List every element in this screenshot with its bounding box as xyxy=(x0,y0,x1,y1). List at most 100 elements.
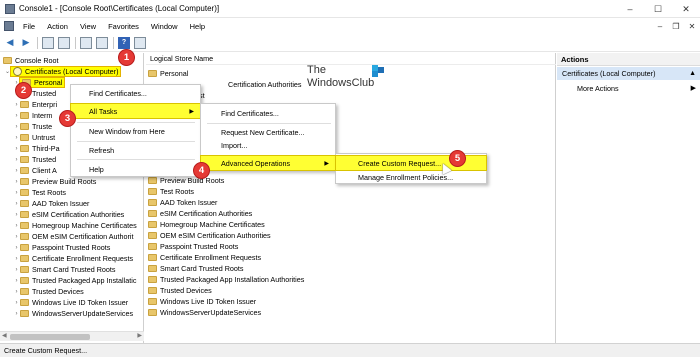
actions-section-certificates[interactable]: Certificates (Local Computer) ▲ xyxy=(557,67,700,80)
menu-item-advanced-operations[interactable]: Advanced Operations ▶ xyxy=(200,155,336,171)
tree-item[interactable]: › Truste xyxy=(13,121,53,132)
menu-item-all-tasks[interactable]: All Tasks ▶ xyxy=(70,103,201,119)
list-item[interactable]: AAD Token Issuer xyxy=(148,197,217,208)
tree-item[interactable]: › Interm xyxy=(13,110,53,121)
tree-horizontal-scrollbar[interactable]: ◀ ▶ xyxy=(0,331,144,341)
chevron-right-icon[interactable]: › xyxy=(13,234,20,240)
mdi-minimize-button[interactable]: – xyxy=(652,18,668,34)
menu-item-manage-enrollment-policies[interactable]: Manage Enrollment Policies... xyxy=(336,170,486,184)
tree-item[interactable]: › Smart Card Trusted Roots xyxy=(13,264,116,275)
tree-item[interactable]: › Preview Build Roots xyxy=(13,176,97,187)
list-item[interactable]: Personal xyxy=(148,68,188,79)
tree-item[interactable]: › Test Roots xyxy=(13,187,66,198)
more-actions-link[interactable]: More Actions xyxy=(577,84,619,93)
tree-item-console-root[interactable]: Console Root xyxy=(3,55,59,66)
menu-file[interactable]: File xyxy=(17,22,41,31)
list-item[interactable]: Certification Authorities xyxy=(228,79,302,90)
more-actions-arrow-icon[interactable]: ▶ xyxy=(691,84,696,92)
tree-item[interactable]: › Enterpri xyxy=(13,99,58,110)
minimize-button[interactable]: – xyxy=(616,0,644,18)
menu-favorites[interactable]: Favorites xyxy=(102,22,145,31)
chevron-right-icon[interactable]: › xyxy=(13,135,20,141)
chevron-right-icon[interactable]: › xyxy=(13,201,20,207)
folder-icon xyxy=(20,244,29,251)
export-list-icon[interactable] xyxy=(96,36,108,49)
scroll-left-icon[interactable]: ◀ xyxy=(2,332,7,339)
chevron-right-icon[interactable]: › xyxy=(13,300,20,306)
menu-item-new-window[interactable]: New Window from Here xyxy=(71,124,200,138)
collapse-caret-icon[interactable]: ▲ xyxy=(689,70,696,77)
chevron-down-icon[interactable]: ⌄ xyxy=(4,68,11,75)
tree-item[interactable]: › OEM eSIM Certification Authorit xyxy=(13,231,134,242)
back-arrow-icon[interactable]: ◀ xyxy=(4,37,16,49)
show-hide-action-pane-icon[interactable] xyxy=(134,36,146,49)
chevron-right-icon[interactable]: › xyxy=(13,102,20,108)
menu-item-help[interactable]: Help xyxy=(71,162,200,176)
chevron-right-icon[interactable]: › xyxy=(13,311,20,317)
chevron-right-icon[interactable]: › xyxy=(13,157,20,163)
folder-icon xyxy=(20,266,29,273)
up-folder-icon[interactable] xyxy=(42,36,54,49)
tree-item-certificates[interactable]: ⌄ Certificates (Local Computer) xyxy=(4,66,122,77)
tree-item[interactable]: › Homegroup Machine Certificates xyxy=(13,220,137,231)
maximize-button[interactable]: ☐ xyxy=(644,0,672,18)
list-item[interactable]: OEM eSIM Certification Authorities xyxy=(148,230,271,241)
tree-item[interactable]: › Certificate Enrollment Requests xyxy=(13,253,134,264)
tree-item[interactable]: › Windows Live ID Token Issuer xyxy=(13,297,129,308)
menu-item-import[interactable]: Import... xyxy=(201,138,335,152)
folder-icon xyxy=(148,287,157,294)
menu-item-request-new-certificate[interactable]: Request New Certificate... xyxy=(201,125,335,139)
close-button[interactable]: ✕ xyxy=(672,0,700,18)
tree-item[interactable]: › Trusted Packaged App Installatic xyxy=(13,275,137,286)
chevron-right-icon[interactable]: › xyxy=(13,278,20,284)
tree-item[interactable]: › WindowsServerUpdateServices xyxy=(13,308,134,319)
chevron-right-icon[interactable]: › xyxy=(13,179,20,185)
list-item[interactable]: Trusted Packaged App Installation Author… xyxy=(148,274,304,285)
tree-item[interactable]: › AAD Token Issuer xyxy=(13,198,90,209)
help-icon[interactable]: ? xyxy=(118,36,130,49)
chevron-right-icon[interactable]: › xyxy=(13,190,20,196)
tree-item[interactable]: › Untrust xyxy=(13,132,56,143)
menu-item-find-certificates[interactable]: Find Certificates... xyxy=(71,86,200,100)
menu-help[interactable]: Help xyxy=(184,22,211,31)
mdi-restore-button[interactable]: ❐ xyxy=(668,18,684,34)
forward-arrow-icon[interactable]: ▶ xyxy=(20,37,32,49)
chevron-right-icon[interactable]: › xyxy=(13,245,20,251)
mdi-close-button[interactable]: ✕ xyxy=(684,18,700,34)
chevron-right-icon[interactable]: › xyxy=(13,146,20,152)
tree-item[interactable]: › Passpoint Trusted Roots xyxy=(13,242,111,253)
list-item[interactable]: Test Roots xyxy=(148,186,194,197)
console-icon[interactable] xyxy=(4,21,14,31)
chevron-right-icon[interactable]: › xyxy=(13,168,20,174)
list-item[interactable]: eSIM Certification Authorities xyxy=(148,208,252,219)
scrollbar-thumb[interactable] xyxy=(10,334,90,340)
list-item[interactable]: Windows Live ID Token Issuer xyxy=(148,296,256,307)
tree-item[interactable]: › Third-Pa xyxy=(13,143,60,154)
show-hide-tree-icon[interactable] xyxy=(58,36,70,49)
list-item[interactable]: Smart Card Trusted Roots xyxy=(148,263,243,274)
menu-window[interactable]: Window xyxy=(145,22,184,31)
watermark-line-2: WindowsClub xyxy=(307,77,375,89)
scroll-right-icon[interactable]: ▶ xyxy=(137,332,142,339)
chevron-right-icon[interactable]: › xyxy=(13,223,20,229)
tree-item[interactable]: › eSIM Certification Authorities xyxy=(13,209,125,220)
chevron-right-icon[interactable]: › xyxy=(13,267,20,273)
chevron-right-icon[interactable]: › xyxy=(13,289,20,295)
refresh-icon[interactable] xyxy=(80,36,92,49)
chevron-right-icon[interactable]: › xyxy=(13,256,20,262)
list-item[interactable]: Passpoint Trusted Roots xyxy=(148,241,238,252)
menu-action[interactable]: Action xyxy=(41,22,74,31)
tree-item[interactable]: › Trusted xyxy=(13,154,57,165)
list-item[interactable]: WindowsServerUpdateServices xyxy=(148,307,261,318)
tree-item[interactable]: › Trusted Devices xyxy=(13,286,84,297)
list-item[interactable]: Homegroup Machine Certificates xyxy=(148,219,265,230)
chevron-right-icon[interactable]: › xyxy=(13,113,20,119)
tree-item[interactable]: › Client A xyxy=(13,165,57,176)
chevron-right-icon[interactable]: › xyxy=(13,212,20,218)
chevron-right-icon[interactable]: › xyxy=(13,124,20,130)
menu-view[interactable]: View xyxy=(74,22,102,31)
menu-item-find-certificates[interactable]: Find Certificates... xyxy=(201,106,335,120)
list-item[interactable]: Trusted Devices xyxy=(148,285,212,296)
menu-item-refresh[interactable]: Refresh xyxy=(71,143,200,157)
list-item[interactable]: Certificate Enrollment Requests xyxy=(148,252,261,263)
